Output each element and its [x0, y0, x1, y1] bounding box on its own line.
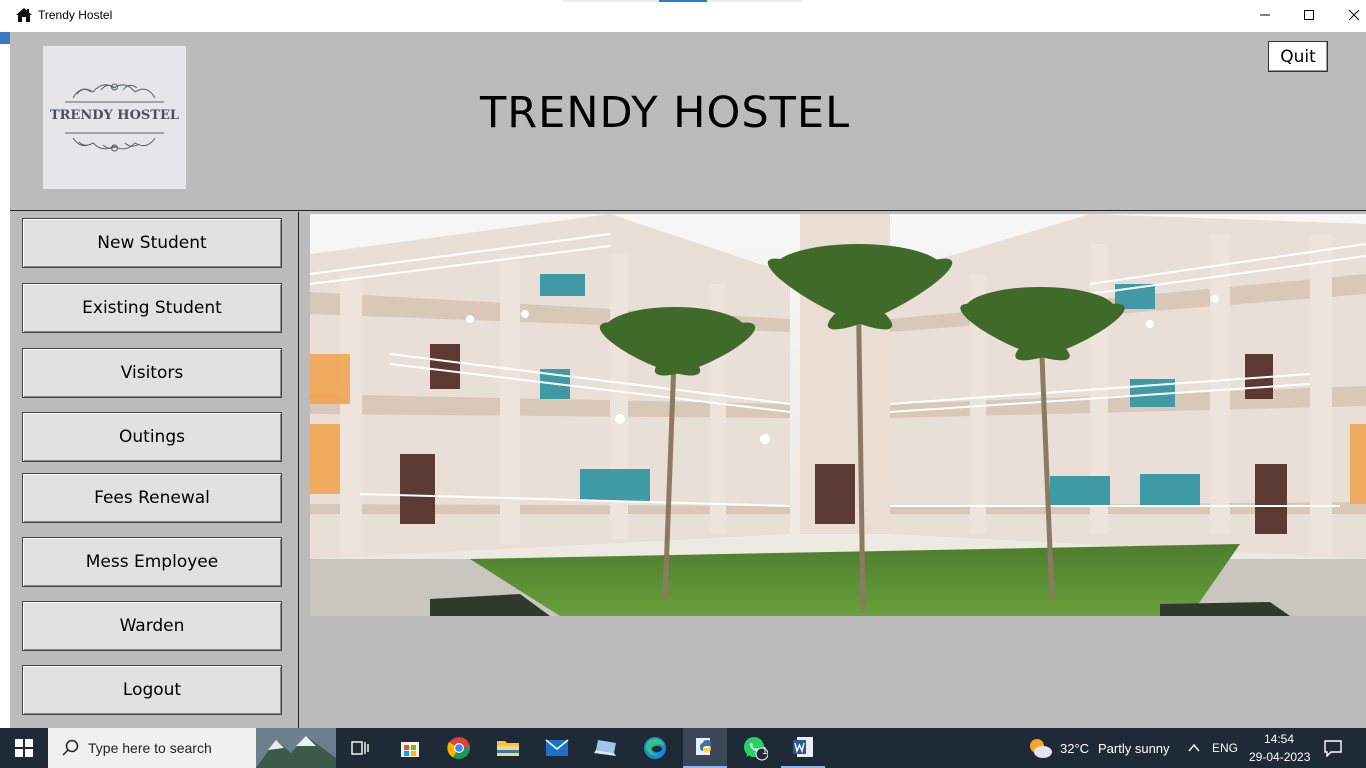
taskbar-search-box[interactable]: Type here to search	[48, 728, 336, 768]
outings-button[interactable]: Outings	[22, 412, 282, 462]
minimize-button[interactable]	[1242, 0, 1288, 30]
search-icon	[62, 739, 79, 756]
word-icon	[793, 737, 813, 757]
maximize-icon	[1304, 10, 1314, 20]
new-student-button[interactable]: New Student	[22, 218, 282, 268]
warden-button[interactable]: Warden	[22, 601, 282, 651]
clock-date[interactable]: 29-04-2023	[1249, 750, 1310, 764]
close-icon	[1348, 9, 1360, 21]
title-bar-tab	[563, 0, 659, 2]
hostel-courtyard-photo	[310, 214, 1366, 616]
search-placeholder: Type here to search	[88, 740, 212, 756]
hostel-logo: TRENDY HOSTEL	[43, 46, 186, 189]
search-highlight-image	[256, 728, 336, 768]
fees-renewal-button[interactable]: Fees Renewal	[22, 473, 282, 523]
minimize-icon	[1260, 14, 1270, 16]
mess-employee-button[interactable]: Mess Employee	[22, 537, 282, 587]
notifications-icon[interactable]	[1323, 739, 1343, 757]
weather-condition[interactable]: Partly sunny	[1098, 741, 1170, 756]
mail-icon	[545, 739, 569, 756]
sidebar: New Student Existing Student Visitors Ou…	[10, 212, 299, 728]
chrome-icon	[447, 737, 470, 759]
taskbar-mail[interactable]	[536, 728, 578, 768]
language-indicator[interactable]: ENG	[1212, 741, 1238, 755]
title-bar-tab-active	[659, 0, 707, 2]
logo-text: TRENDY HOSTEL	[49, 108, 180, 123]
taskbar-laptop-app[interactable]	[585, 728, 627, 768]
whatsapp-badge: 1	[762, 746, 768, 757]
visitors-button[interactable]: Visitors	[22, 348, 282, 398]
app-window: TRENDY HOSTEL TRENDY HOSTEL Quit New Stu…	[10, 32, 1366, 728]
courtyard-illustration	[310, 214, 1366, 616]
logout-button[interactable]: Logout	[22, 665, 282, 715]
existing-student-button[interactable]: Existing Student	[22, 283, 282, 333]
taskbar-store[interactable]	[389, 728, 431, 768]
store-icon	[401, 742, 419, 757]
taskbar: Type here to search 1 32°C Partly sunny …	[0, 728, 1366, 768]
weather-temperature: 32°C	[1060, 741, 1090, 756]
edge-icon	[644, 737, 666, 759]
taskbar-edge[interactable]	[634, 728, 676, 768]
home-icon	[16, 8, 32, 22]
maximize-button[interactable]	[1286, 0, 1332, 30]
page-title: TRENDY HOSTEL	[480, 88, 851, 138]
quit-button[interactable]: Quit	[1268, 41, 1328, 72]
header: TRENDY HOSTEL TRENDY HOSTEL Quit	[10, 32, 1366, 211]
file-explorer-icon	[497, 741, 519, 756]
task-view-icon	[351, 741, 369, 755]
taskbar-python[interactable]	[683, 728, 727, 768]
chevron-up-icon[interactable]	[1188, 743, 1200, 753]
start-button[interactable]	[0, 728, 48, 768]
windows-icon	[15, 739, 33, 757]
taskbar-word[interactable]	[781, 728, 825, 768]
weather-icon	[1030, 739, 1052, 758]
left-edge	[0, 32, 10, 728]
title-bar: Trendy Hostel	[0, 0, 1366, 32]
taskbar-file-explorer[interactable]	[487, 728, 529, 768]
close-button[interactable]	[1331, 0, 1366, 30]
title-bar-tab	[707, 0, 803, 2]
task-view-button[interactable]	[340, 728, 380, 768]
taskbar-chrome[interactable]	[438, 728, 480, 768]
python-icon	[696, 738, 711, 755]
taskbar-whatsapp[interactable]: 1	[733, 728, 777, 768]
window-title: Trendy Hostel	[38, 8, 113, 22]
left-edge-accent	[0, 32, 10, 44]
laptop-icon	[594, 740, 616, 756]
clock-time[interactable]: 14:54	[1264, 732, 1294, 746]
